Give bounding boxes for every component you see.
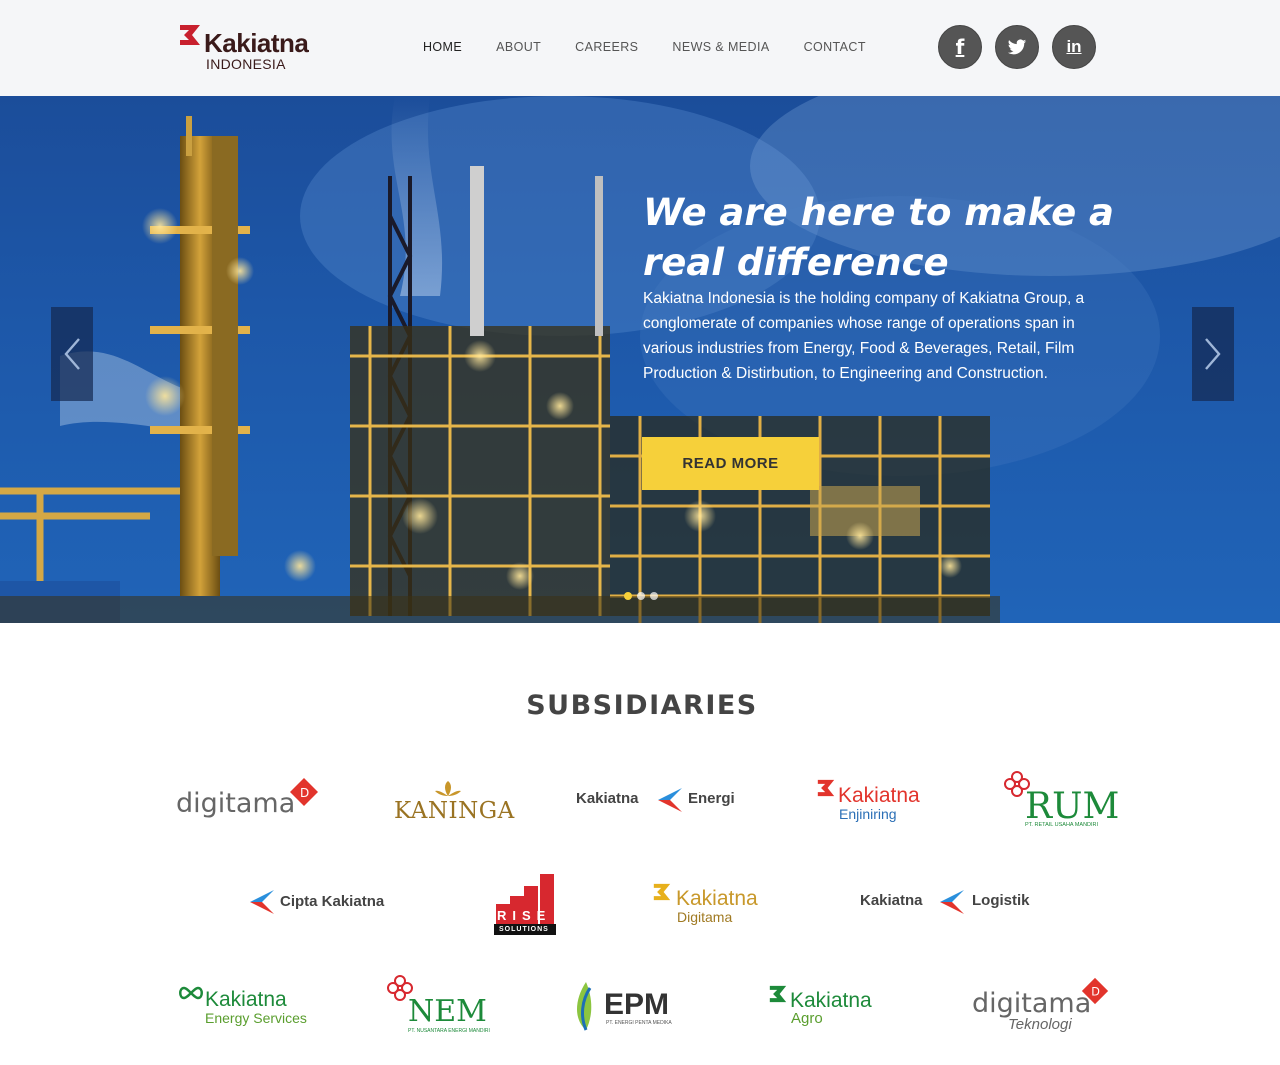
brand-kakiatna-energi[interactable]: Kakiatna Energi [576, 778, 746, 848]
read-more-button[interactable]: READ MORE [642, 437, 819, 490]
brand-kakiatna-logistik[interactable]: Kakiatna Logistik [858, 884, 1043, 954]
arrow-mark-icon [658, 788, 682, 812]
digitama-mark-icon: D [1081, 977, 1109, 1005]
brand-rum[interactable]: RUM PT. RETAIL USAHA MANDIRI [1003, 770, 1119, 840]
brand-digitama[interactable]: digitama D [176, 772, 326, 842]
svg-text:D: D [300, 786, 309, 800]
infinity-mark-icon [179, 986, 203, 1000]
logo-wordmark: Kakiatna [204, 28, 309, 58]
brand-cipta-kakiatna[interactable]: Cipta Kakiatna [248, 882, 408, 952]
nav-careers[interactable]: CAREERS [575, 40, 638, 54]
hero-title: We are here to make a real difference [643, 191, 1115, 284]
brand-nem[interactable]: NEM PT. NUSANTARA ENERGI MANDIRI [386, 974, 490, 1044]
kaninga-leaf-icon [435, 781, 461, 796]
subsidiaries-heading: SUBSIDIARIES [526, 690, 758, 721]
next-slide-button[interactable] [1192, 307, 1234, 401]
linkedin-icon: in [1066, 37, 1082, 56]
logo-subtitle: INDONESIA [206, 56, 286, 72]
main-nav: HOME ABOUT CAREERS NEWS & MEDIA CONTACT [423, 40, 900, 54]
kakiatna-mark-icon [653, 883, 671, 901]
brand-kakiatna-agro[interactable]: Kakiatna Agro [768, 982, 888, 1052]
site-header: Kakiatna INDONESIA HOME ABOUT CAREERS NE… [0, 0, 1280, 96]
prev-slide-button[interactable] [51, 307, 93, 401]
nav-contact[interactable]: CONTACT [804, 40, 866, 54]
brand-kakiatna-energy-services[interactable]: Kakiatna Energy Services [178, 982, 307, 1052]
hero-slider: We are here to make a real difference Ka… [0, 96, 1280, 623]
nav-about[interactable]: ABOUT [496, 40, 541, 54]
chevron-right-icon [1205, 338, 1221, 370]
kakiatna-mark-icon [817, 779, 835, 797]
facebook-icon: f [955, 35, 965, 59]
arrow-mark-icon [940, 890, 964, 914]
facebook-link[interactable]: f [938, 25, 982, 69]
slide-indicators [624, 592, 658, 600]
digitama-mark-icon: D [290, 778, 318, 806]
brand-kakiatna-enjiniring[interactable]: Kakiatna Enjiniring [816, 776, 936, 846]
brand-rise-solutions[interactable]: RISE SOLUTIONS [494, 872, 558, 942]
epm-leaf-icon [577, 982, 592, 1031]
twitter-icon [1007, 38, 1027, 54]
slide-dot[interactable] [624, 592, 632, 600]
arrow-mark-icon [250, 890, 274, 914]
chevron-left-icon [64, 338, 80, 370]
hero-description: Kakiatna Indonesia is the holding compan… [643, 290, 1085, 382]
slide-dot[interactable] [637, 592, 645, 600]
brand-kakiatna-digitama[interactable]: Kakiatna Digitama [652, 880, 772, 950]
kakiatna-logo[interactable]: Kakiatna INDONESIA [178, 22, 328, 74]
brand-epm[interactable]: EPM PT. ENERGI PENTA MEDIKA [572, 978, 684, 1048]
slide-dot[interactable] [650, 592, 658, 600]
kakiatna-mark-icon [769, 985, 787, 1003]
logo-mark-icon [180, 25, 200, 45]
twitter-link[interactable] [995, 25, 1039, 69]
brand-digitama-teknologi[interactable]: digitama D Teknologi [972, 976, 1112, 1046]
brand-kaninga[interactable]: KANINGA [392, 778, 514, 848]
linkedin-link[interactable]: in [1052, 25, 1096, 69]
nav-home[interactable]: HOME [423, 40, 462, 54]
nav-news-media[interactable]: NEWS & MEDIA [672, 40, 769, 54]
svg-text:D: D [1091, 986, 1100, 999]
